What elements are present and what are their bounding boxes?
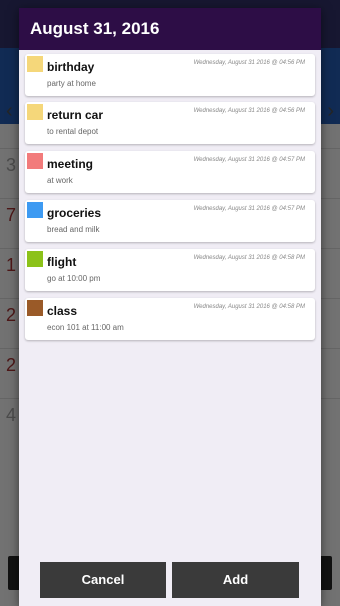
- event-subtitle: bread and milk: [47, 225, 100, 234]
- dialog-header: August 31, 2016: [19, 8, 321, 50]
- event-color-swatch: [27, 153, 43, 169]
- event-color-swatch: [27, 251, 43, 267]
- event-timestamp: Wednesday, August 31 2016 @ 04:57 PM: [193, 206, 305, 212]
- event-timestamp: Wednesday, August 31 2016 @ 04:57 PM: [193, 157, 305, 163]
- event-item-class[interactable]: class econ 101 at 11:00 am Wednesday, Au…: [25, 298, 315, 340]
- event-subtitle: party at home: [47, 79, 96, 88]
- event-title: birthday: [47, 60, 95, 74]
- event-timestamp: Wednesday, August 31 2016 @ 04:58 PM: [193, 255, 305, 261]
- event-color-swatch: [27, 56, 43, 72]
- event-title: groceries: [47, 206, 102, 220]
- event-title: meeting: [47, 157, 94, 171]
- event-title: flight: [47, 255, 77, 269]
- day-events-dialog: August 31, 2016 birthday party at home W…: [19, 8, 321, 606]
- event-timestamp: Wednesday, August 31 2016 @ 04:58 PM: [193, 304, 305, 310]
- event-color-swatch: [27, 300, 43, 316]
- event-timestamp: Wednesday, August 31 2016 @ 04:56 PM: [193, 108, 305, 114]
- event-item-groceries[interactable]: groceries bread and milk Wednesday, Augu…: [25, 200, 315, 242]
- event-subtitle: to rental depot: [47, 127, 99, 136]
- event-item-flight[interactable]: flight go at 10:00 pm Wednesday, August …: [25, 249, 315, 291]
- event-color-swatch: [27, 202, 43, 218]
- dialog-title: August 31, 2016: [30, 19, 160, 38]
- event-title: return car: [47, 108, 104, 122]
- add-button[interactable]: Add: [172, 562, 299, 598]
- event-item-return-car[interactable]: return car to rental depot Wednesday, Au…: [25, 102, 315, 144]
- event-subtitle: go at 10:00 pm: [47, 274, 101, 283]
- event-subtitle: econ 101 at 11:00 am: [47, 323, 124, 332]
- event-item-birthday[interactable]: birthday party at home Wednesday, August…: [25, 54, 315, 96]
- event-subtitle: at work: [47, 176, 73, 185]
- event-item-meeting[interactable]: meeting at work Wednesday, August 31 201…: [25, 151, 315, 193]
- event-timestamp: Wednesday, August 31 2016 @ 04:56 PM: [193, 60, 305, 66]
- event-color-swatch: [27, 104, 43, 120]
- event-title: class: [47, 304, 78, 318]
- cancel-button[interactable]: Cancel: [40, 562, 166, 598]
